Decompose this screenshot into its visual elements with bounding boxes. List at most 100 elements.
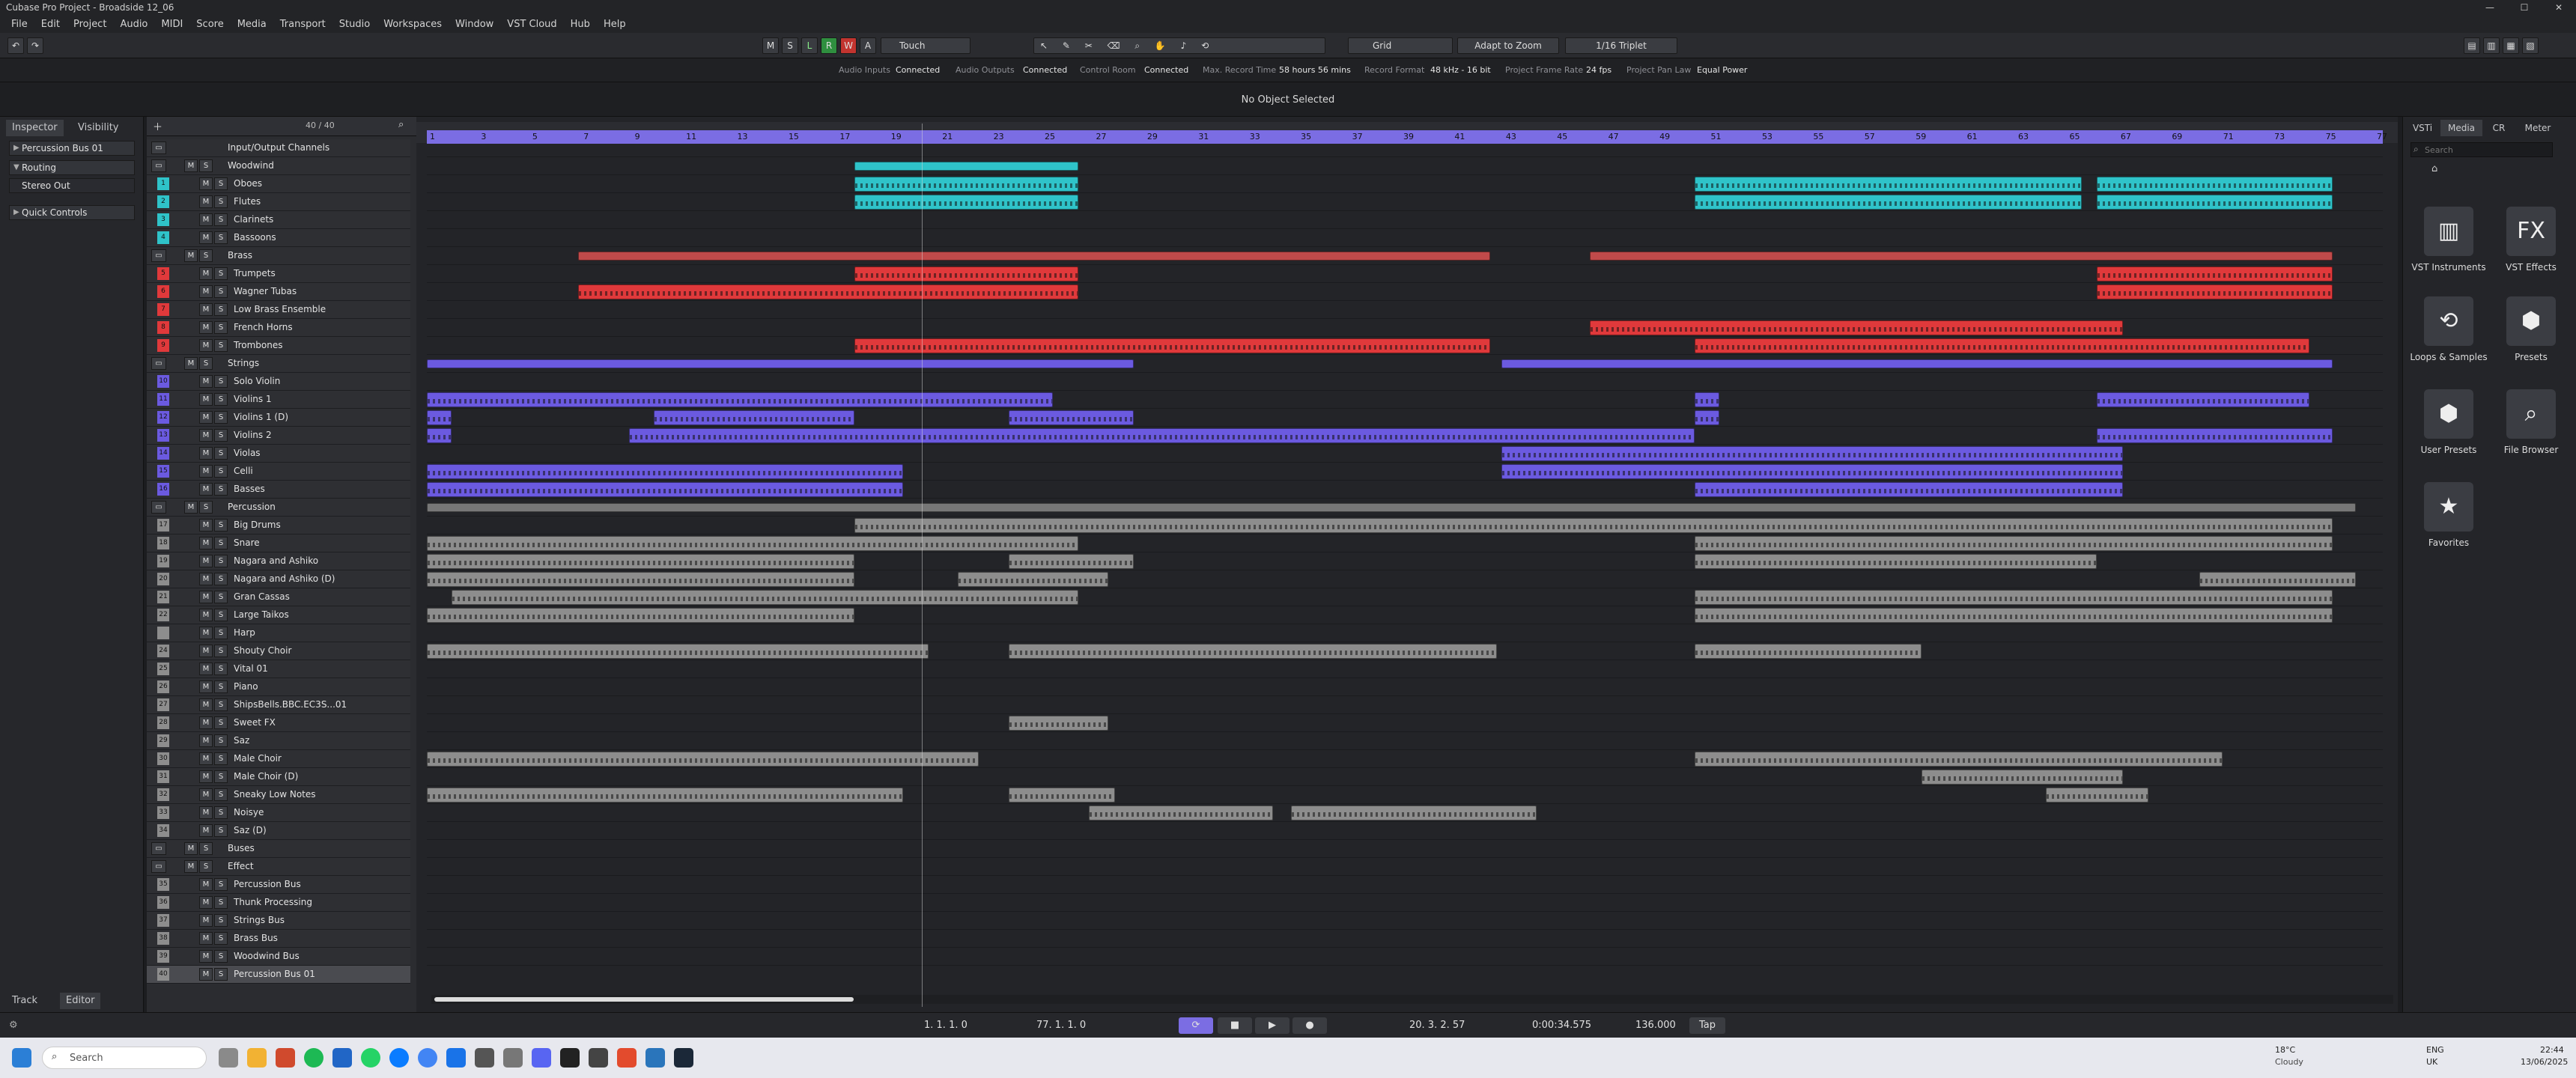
weather-desc[interactable]: Cloudy <box>2275 1057 2303 1067</box>
track-name[interactable]: Violins 1 (D) <box>234 412 288 422</box>
solo-button[interactable]: S <box>214 483 228 496</box>
maximize-icon[interactable]: ☐ <box>2507 0 2542 15</box>
mute-button[interactable]: M <box>199 734 213 747</box>
track-lane[interactable] <box>427 624 2383 642</box>
midi-part[interactable] <box>1695 482 2123 497</box>
mute-button[interactable]: M <box>199 267 213 280</box>
tool-palette[interactable]: ↖ ✎ ✂ ⌫ ⌕ ✋ ♪ ⟲ <box>1033 37 1325 54</box>
midi-part[interactable] <box>1695 536 2333 551</box>
track-row[interactable]: 37 M S Strings Bus <box>147 912 410 930</box>
track-name[interactable]: Trumpets <box>234 268 276 278</box>
mute-button[interactable]: M <box>199 429 213 442</box>
solo-button[interactable]: S <box>214 303 228 316</box>
track-name[interactable]: Input/Output Channels <box>228 142 329 153</box>
mute-mode-button[interactable]: M <box>762 37 779 54</box>
folder-icon[interactable]: ▭ <box>151 842 166 855</box>
solo-button[interactable]: S <box>214 788 228 801</box>
mute-button[interactable]: M <box>199 716 213 729</box>
track-lane[interactable] <box>427 391 2383 409</box>
write-automation-button[interactable]: W <box>840 37 857 54</box>
listen-mode-button[interactable]: L <box>801 37 818 54</box>
menu-file[interactable]: File <box>11 19 28 30</box>
midi-part[interactable] <box>1009 554 1134 569</box>
track-name[interactable]: Violins 1 <box>234 394 272 404</box>
solo-mode-button[interactable]: S <box>782 37 798 54</box>
mute-button[interactable]: M <box>184 357 198 370</box>
mute-button[interactable]: M <box>199 663 213 675</box>
track-lane[interactable] <box>427 840 2383 858</box>
mute-button[interactable]: M <box>199 932 213 945</box>
menu-hub[interactable]: Hub <box>571 19 590 30</box>
solo-button[interactable]: S <box>199 357 213 370</box>
solo-button[interactable]: S <box>214 177 228 190</box>
solo-button[interactable]: S <box>214 429 228 442</box>
mute-button[interactable]: M <box>199 770 213 783</box>
mute-button[interactable]: M <box>199 645 213 657</box>
solo-button[interactable]: S <box>214 645 228 657</box>
midi-part[interactable] <box>1695 195 2082 210</box>
midi-part[interactable] <box>1009 410 1134 425</box>
mute-button[interactable]: M <box>199 824 213 837</box>
midi-part[interactable] <box>1009 788 1115 803</box>
track-name[interactable]: Percussion Bus <box>234 879 301 889</box>
track-row[interactable]: 5 M S Trumpets <box>147 265 410 283</box>
track-lane[interactable] <box>427 606 2383 624</box>
midi-part[interactable] <box>1695 392 1719 407</box>
track-row[interactable]: 13 M S Violins 2 <box>147 427 410 445</box>
midi-part[interactable] <box>2097 195 2333 210</box>
app-icon[interactable] <box>332 1048 352 1068</box>
solo-button[interactable]: S <box>214 770 228 783</box>
app-icon[interactable] <box>589 1048 608 1068</box>
midi-part[interactable] <box>578 284 1078 299</box>
midi-part[interactable] <box>1501 464 2123 479</box>
menu-transport[interactable]: Transport <box>280 19 326 30</box>
track-lane[interactable] <box>427 732 2383 750</box>
track-name[interactable]: Male Choir (D) <box>234 771 298 782</box>
whatsapp-icon[interactable] <box>361 1048 380 1068</box>
start-icon[interactable] <box>12 1048 31 1068</box>
midi-part[interactable] <box>427 608 854 623</box>
track-name[interactable]: Big Drums <box>234 520 281 530</box>
media-tile[interactable]: ⬢ User Presets <box>2408 389 2490 455</box>
midi-part[interactable] <box>1695 608 2333 623</box>
track-row[interactable]: ▭ Input/Output Channels <box>147 139 410 157</box>
track-row[interactable]: 33 M S Noisye <box>147 804 410 822</box>
event-display[interactable] <box>427 139 2383 978</box>
menu-vst-cloud[interactable]: VST Cloud <box>507 19 556 30</box>
stop-button[interactable]: ■ <box>1218 1017 1252 1034</box>
folder-icon[interactable]: ▭ <box>151 141 166 154</box>
region-code[interactable]: UK <box>2426 1057 2437 1067</box>
mute-button[interactable]: M <box>199 411 213 424</box>
solo-button[interactable]: S <box>214 375 228 388</box>
solo-button[interactable]: S <box>214 609 228 621</box>
track-row[interactable]: 32 M S Sneaky Low Notes <box>147 786 410 804</box>
mute-button[interactable]: M <box>199 591 213 603</box>
cycle-button[interactable]: ⟳ <box>1179 1017 1213 1034</box>
track-name[interactable]: Low Brass Ensemble <box>234 304 326 314</box>
track-row[interactable]: 26 M S Piano <box>147 678 410 696</box>
automation-mode-select[interactable]: Touch <box>881 37 970 54</box>
track-lane[interactable] <box>427 786 2383 804</box>
tab-inspector[interactable]: Inspector <box>6 120 64 136</box>
folder-icon[interactable]: ▭ <box>151 501 166 514</box>
midi-part[interactable] <box>452 590 1078 605</box>
track-name[interactable]: ShipsBells.BBC.EC3S...01 <box>234 699 347 710</box>
solo-button[interactable]: S <box>199 159 213 172</box>
quick-controls-section[interactable]: ▶ Quick Controls <box>9 205 135 220</box>
tab-visibility[interactable]: Visibility <box>72 120 124 136</box>
chrome-icon[interactable] <box>418 1048 437 1068</box>
track-name[interactable]: Woodwind Bus <box>234 951 300 961</box>
close-icon[interactable]: ✕ <box>2542 0 2576 15</box>
track-row[interactable]: 20 M S Nagara and Ashiko (D) <box>147 570 410 588</box>
midi-part[interactable] <box>427 752 979 767</box>
midi-part[interactable] <box>1009 716 1108 731</box>
tab-media[interactable]: Media <box>2440 120 2482 136</box>
track-name[interactable]: Violas <box>234 448 261 458</box>
midi-part[interactable] <box>1695 410 1719 425</box>
media-tile[interactable]: ⌕ File Browser <box>2490 389 2572 455</box>
mute-button[interactable]: M <box>199 465 213 478</box>
solo-button[interactable]: S <box>214 950 228 963</box>
solo-button[interactable]: S <box>214 411 228 424</box>
solo-button[interactable]: S <box>214 824 228 837</box>
track-lane[interactable] <box>427 301 2383 319</box>
